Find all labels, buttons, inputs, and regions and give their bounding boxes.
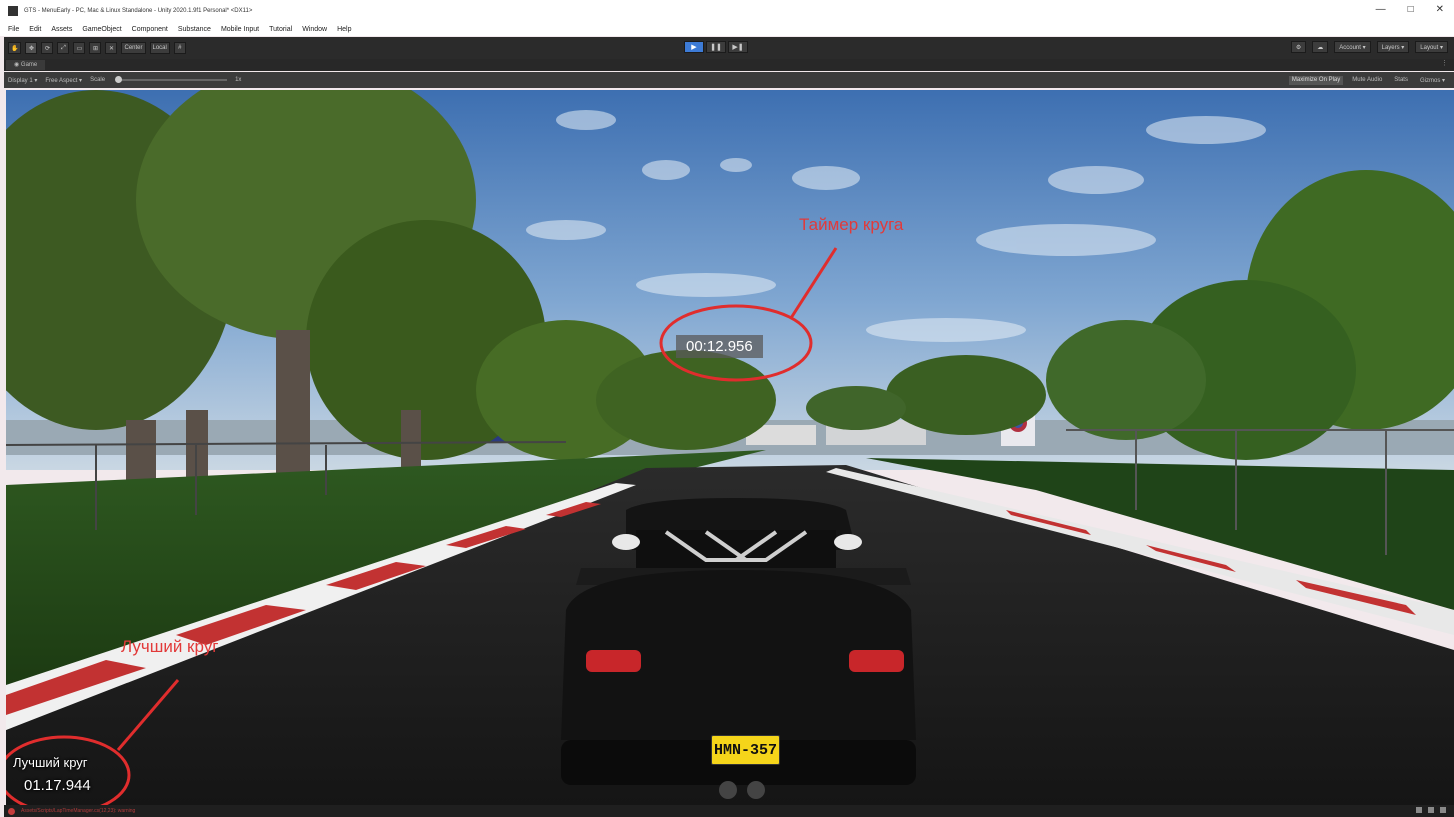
move-tool-icon[interactable]: ✥ bbox=[25, 42, 38, 54]
menu-mobile-input[interactable]: Mobile Input bbox=[221, 26, 259, 33]
best-lap-value: 01.17.944 bbox=[24, 777, 91, 794]
best-lap-title: Лучший круг bbox=[13, 755, 88, 770]
tab-menu-icon[interactable]: ⋮ bbox=[1441, 59, 1448, 67]
game-tab-bar: ◉ Game ⋮ bbox=[4, 59, 1454, 71]
grid-snap-icon[interactable]: # bbox=[173, 42, 186, 54]
game-tab-label: Game bbox=[20, 62, 38, 68]
menu-bar: File Edit Assets GameObject Component Su… bbox=[0, 22, 1454, 36]
status-message[interactable]: Assets/Scripts/LapTimeManager.cs(12,23):… bbox=[21, 808, 135, 814]
window-title: GTS - MenuEarly - PC, Mac & Linux Standa… bbox=[24, 8, 253, 14]
scale-slider-knob[interactable] bbox=[115, 76, 123, 83]
pivot-local-button[interactable]: Local bbox=[149, 42, 170, 54]
gizmos-dropdown[interactable]: Gizmos ▾ bbox=[1417, 76, 1448, 85]
hand-tool-icon[interactable]: ✋ bbox=[8, 42, 22, 54]
lap-timer-display: 00:12.956 bbox=[676, 335, 763, 358]
display-dropdown[interactable]: Display 1 ▾ bbox=[8, 77, 37, 84]
maximize-button[interactable]: □ bbox=[1408, 4, 1414, 15]
menu-component[interactable]: Component bbox=[132, 26, 168, 33]
transform-tool-icon[interactable]: ⊞ bbox=[89, 42, 102, 54]
lighting-icon[interactable] bbox=[1428, 807, 1434, 813]
scale-slider[interactable] bbox=[115, 76, 228, 83]
game-tab-icon: ◉ bbox=[14, 62, 21, 68]
menu-file[interactable]: File bbox=[8, 26, 19, 33]
account-dropdown[interactable]: Account ▾ bbox=[1334, 41, 1371, 53]
custom-tool-icon[interactable]: ✕ bbox=[105, 42, 118, 54]
progress-icon[interactable] bbox=[1416, 807, 1422, 813]
status-bar: Assets/Scripts/LapTimeManager.cs(12,23):… bbox=[4, 805, 1454, 817]
lap-timer-annotation-label: Таймер круга bbox=[799, 215, 904, 234]
pause-button[interactable]: ❚❚ bbox=[706, 41, 726, 53]
best-lap-annotation-label: Лучший круг bbox=[121, 637, 219, 656]
menu-tutorial[interactable]: Tutorial bbox=[269, 26, 292, 33]
cloud-icon[interactable]: ☁ bbox=[1312, 41, 1329, 53]
pivot-center-button[interactable]: Center bbox=[121, 42, 146, 54]
race-scene bbox=[6, 90, 1454, 805]
game-viewport[interactable]: 00:12.956 Лучший круг 01.17.944 HMN-357 … bbox=[6, 90, 1454, 805]
menu-window[interactable]: Window bbox=[302, 26, 327, 33]
toolbar-right: ⚙ ☁ Account ▾ Layers ▾ Layout ▾ bbox=[1290, 41, 1448, 53]
debug-icon[interactable] bbox=[1440, 807, 1446, 813]
layers-dropdown[interactable]: Layers ▾ bbox=[1376, 41, 1410, 53]
scale-value: 1x bbox=[235, 77, 242, 83]
layout-dropdown[interactable]: Layout ▾ bbox=[1415, 41, 1448, 53]
step-button[interactable]: ▶❚ bbox=[728, 41, 748, 53]
tab-game[interactable]: ◉ Game bbox=[6, 60, 46, 70]
main-toolbar: ✋ ✥ ⟳ ⤢ ▭ ⊞ ✕ Center Local # ▶ ❚❚ ▶❚ ⚙ ☁… bbox=[4, 37, 1454, 59]
window-titlebar: GTS - MenuEarly - PC, Mac & Linux Standa… bbox=[0, 0, 1454, 22]
collab-icon[interactable]: ⚙ bbox=[1290, 41, 1307, 53]
license-plate: HMN-357 bbox=[711, 735, 780, 765]
close-button[interactable]: ✕ bbox=[1436, 4, 1444, 15]
minimize-button[interactable]: — bbox=[1376, 4, 1386, 15]
menu-help[interactable]: Help bbox=[337, 26, 351, 33]
menu-edit[interactable]: Edit bbox=[29, 26, 41, 33]
game-view-toolbar: Display 1 ▾ Free Aspect ▾ Scale 1x Maxim… bbox=[4, 72, 1454, 88]
rotate-tool-icon[interactable]: ⟳ bbox=[41, 42, 54, 54]
menu-assets[interactable]: Assets bbox=[51, 26, 72, 33]
play-controls: ▶ ❚❚ ▶❚ bbox=[684, 41, 748, 53]
unity-icon bbox=[8, 6, 18, 16]
menu-gameobject[interactable]: GameObject bbox=[82, 26, 121, 33]
stats-toggle[interactable]: Stats bbox=[1391, 76, 1411, 85]
menu-substance[interactable]: Substance bbox=[178, 26, 211, 33]
play-button[interactable]: ▶ bbox=[684, 41, 704, 53]
scale-label: Scale bbox=[90, 77, 106, 83]
status-icons bbox=[1416, 807, 1446, 813]
window-controls: — □ ✕ bbox=[1376, 4, 1444, 15]
maximize-on-play-toggle[interactable]: Maximize On Play bbox=[1288, 75, 1344, 85]
mute-audio-toggle[interactable]: Mute Audio bbox=[1349, 76, 1385, 85]
scale-tool-icon[interactable]: ⤢ bbox=[57, 42, 70, 54]
rect-tool-icon[interactable]: ▭ bbox=[73, 42, 86, 54]
error-icon bbox=[8, 807, 15, 815]
aspect-dropdown[interactable]: Free Aspect ▾ bbox=[45, 77, 82, 84]
